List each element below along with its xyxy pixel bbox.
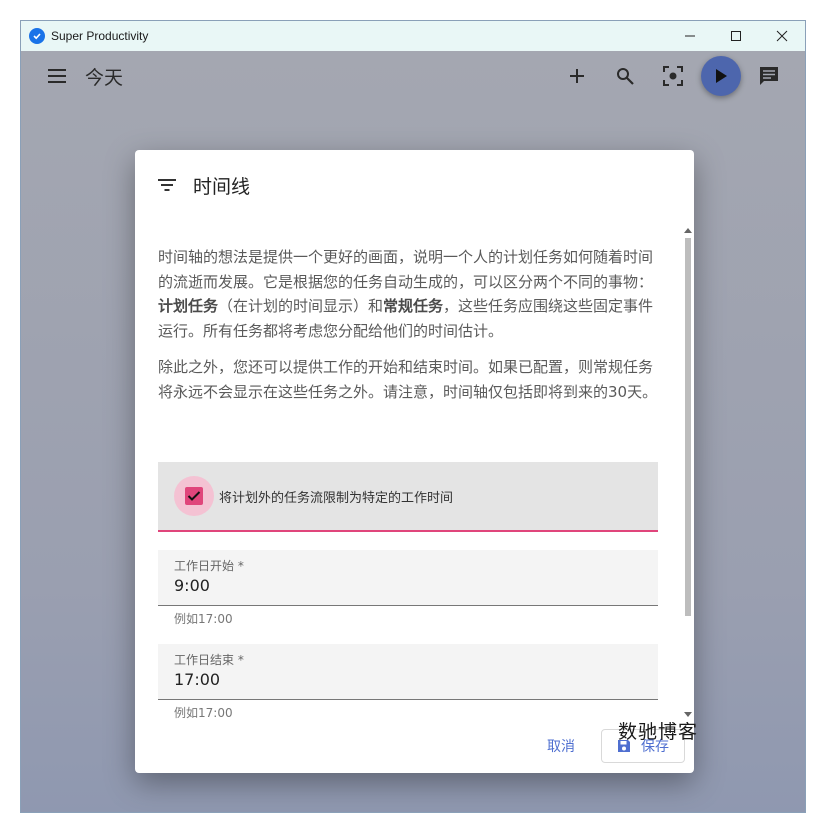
watermark-text: 数驰博客 [618,721,699,743]
close-window-button[interactable] [759,21,805,51]
work-start-label: 工作日开始 * [174,559,244,573]
intro-paragraph: 时间轴的想法是提供一个更好的画面，说明一个人的计划任务如何随着时间的流逝而发展。… [158,248,654,340]
scroll-up-icon[interactable] [684,228,692,233]
minimize-button[interactable] [667,21,713,51]
search-icon[interactable] [612,63,638,89]
regular-tasks-term: 常规任务 [383,297,444,315]
work-end-hint: 例如17:00 [174,706,233,720]
dialog-title: 时间线 [193,175,251,198]
checkbox-label: 将计划外的任务流限制为特定的工作时间 [219,490,454,506]
maximize-button[interactable] [713,21,759,51]
scheduled-tasks-term: 计划任务 [158,297,219,315]
work-hours-paragraph: 除此之外，您还可以提供工作的开始和结束时间。如果已配置，则常规任务将永远不会显示… [158,358,658,401]
timeline-dialog: 时间线 时间轴的想法是提供一个更好的画面，说明一个人的计划任务如何随着时间的流逝… [135,150,694,773]
app-background: 今天 时间线 时间轴的想法是提供一个更好的画面，说明一个人的计划任务如何随着时间… [21,51,805,812]
dialog-content: 时间轴的想法是提供一个更好的画面，说明一个人的计划任务如何随着时间的流逝而发展。… [158,245,658,720]
work-end-field[interactable]: 工作日结束 * 17:00 [158,644,658,700]
window-title: Super Productivity [51,29,149,43]
scrollbar-thumb[interactable] [685,238,691,616]
checkbox-checked-icon[interactable] [185,487,203,505]
page-title: 今天 [85,67,124,89]
notes-icon[interactable] [756,63,782,89]
work-start-hint: 例如17:00 [174,612,233,626]
main-toolbar: 今天 [21,51,805,101]
work-start-input[interactable]: 9:00 [174,576,210,595]
title-bar: Super Productivity [21,21,805,51]
play-icon [716,69,727,83]
restrict-work-hours-checkbox[interactable]: 将计划外的任务流限制为特定的工作时间 [158,462,658,532]
app-window: Super Productivity 今天 时间线 时间轴的想法是提供一个更好的… [20,20,806,813]
app-logo-icon [29,28,45,44]
cancel-button[interactable]: 取消 [535,730,587,762]
work-end-input[interactable]: 17:00 [174,670,220,689]
work-start-field[interactable]: 工作日开始 * 9:00 [158,550,658,606]
menu-icon[interactable] [44,63,70,89]
filter-icon [158,179,176,191]
dialog-header: 时间线 [157,170,250,200]
work-end-label: 工作日结束 * [174,653,244,667]
add-task-icon[interactable] [564,63,590,89]
dialog-scrollbar[interactable] [683,228,693,718]
play-button[interactable] [701,56,741,96]
focus-mode-icon[interactable] [660,63,686,89]
